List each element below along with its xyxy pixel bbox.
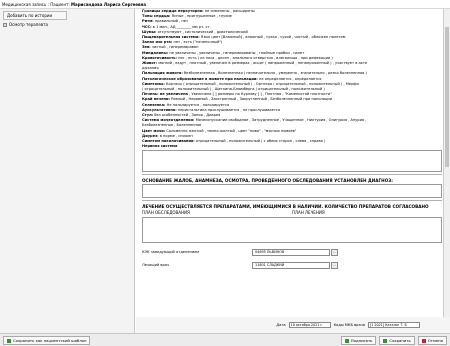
check-icon bbox=[383, 338, 388, 343]
exam-line-options[interactable]: без особенностей , Запор , Диарея bbox=[154, 113, 220, 117]
doctor-picker-button[interactable]: … bbox=[331, 261, 338, 269]
cancel-button[interactable]: Отмена bbox=[417, 335, 447, 345]
exam-line-label: Миндалины: bbox=[142, 50, 169, 55]
exam-line-label: Край печени: bbox=[142, 97, 170, 102]
doctor-field[interactable]: 11801 СЛАДКИЙ bbox=[252, 261, 330, 269]
exam-line-options[interactable]: не изменены , расширены bbox=[205, 9, 255, 13]
exam-line-options[interactable]: безболезненная , болезненная ( незначите… bbox=[184, 71, 367, 75]
add-by-history-button[interactable]: Добавить по истории bbox=[3, 11, 67, 20]
sign-label: Подписать bbox=[350, 337, 373, 343]
exam-line-options[interactable]: отрицательный , положительный ( с обеих … bbox=[196, 139, 326, 143]
exam-line-label: Симптом поколачивания: bbox=[142, 139, 195, 144]
title-prefix: Медицинская запись : Пациент: bbox=[2, 2, 70, 7]
sidebar-item-label: Осмотр терапевта bbox=[9, 22, 48, 27]
head-field[interactable]: 04695 ЛЬВИНОВ bbox=[252, 248, 330, 256]
exam-line-label: Стул: bbox=[142, 113, 154, 118]
save-template-label: Сохранить как пациентский шаблон bbox=[13, 337, 87, 343]
exam-line-options[interactable]: Ясные , приглушенные , глухие bbox=[172, 14, 232, 18]
exam-line-options[interactable]: Язык цвет [Влажный] , влажный , сухая , … bbox=[201, 35, 346, 39]
diagnosis-textarea[interactable] bbox=[142, 184, 442, 199]
doctor-signature-row: Лечащий врач 11801 СЛАДКИЙ … bbox=[142, 261, 442, 269]
plans-textarea[interactable] bbox=[142, 217, 442, 244]
exam-line-options[interactable]: мягкий , вздут , плотный , увеличен в ра… bbox=[158, 61, 367, 65]
exam-line-label: Патологическое образование в животе при … bbox=[142, 76, 258, 81]
exam-line-label: Цвет мочи: bbox=[142, 128, 166, 133]
exam-line-options[interactable]: , Увеличена [ ] размеры по Курлову [ ] ,… bbox=[189, 92, 332, 96]
document-icon bbox=[3, 23, 7, 27]
exam-line-options[interactable]: в 1 мин., АД ________ мм рт. ст. bbox=[153, 25, 211, 29]
exam-line-options[interactable]: нет , есть ("печеночный") bbox=[173, 40, 222, 44]
exam-line: Нервная система bbox=[142, 144, 442, 149]
form-area: Границы сердца перкуторно: не изменены ,… bbox=[136, 9, 450, 317]
exam-line-options[interactable]: Кортасы ( отрицательный , положительный … bbox=[166, 82, 359, 86]
exam-lines: Границы сердца перкуторно: не изменены ,… bbox=[142, 9, 442, 149]
exam-line-label: Аускультативно: bbox=[142, 107, 177, 112]
exam-line-label: Селезенка: bbox=[142, 102, 166, 107]
head-label: КЭК заведующий отделением bbox=[142, 250, 200, 255]
date-label: Дата bbox=[276, 323, 286, 327]
exam-plan-label: ПЛАН ОБСЛЕДОВАНИЯ bbox=[142, 210, 190, 216]
scroll-thumb[interactable] bbox=[445, 27, 449, 167]
exam-line-options[interactable]: Мочеиспускание свободное , Затрудненное … bbox=[196, 118, 367, 122]
exam-line-label: Пальпация живота: bbox=[142, 71, 183, 76]
exam-line-label: Живот: bbox=[142, 61, 158, 66]
sidebar-item-therapist-exam[interactable]: Осмотр терапевта bbox=[3, 22, 134, 28]
mkb-label: Коды МКБ врача bbox=[333, 323, 365, 327]
exam-line-label: Зев: bbox=[142, 45, 151, 50]
save-label: Сохранить bbox=[389, 337, 411, 343]
exam-line-options[interactable]: не определяется , определяется bbox=[259, 77, 321, 81]
divider bbox=[142, 200, 442, 202]
head-picker-button[interactable]: … bbox=[331, 248, 338, 256]
mkb-field[interactable]: [1 2021] Каталог Т. Б bbox=[368, 322, 420, 328]
exam-line-label: Симптомы: bbox=[142, 81, 165, 86]
patient-name: Марисандова Лариса Сергеевна bbox=[71, 2, 146, 7]
footer: Сохранить как пациентский шаблон Подписа… bbox=[0, 333, 450, 346]
save-button[interactable]: Сохранить bbox=[379, 335, 415, 345]
exam-line-options[interactable]: Ровный , Неровный , Заостренный , Закруг… bbox=[171, 97, 332, 101]
exam-line-options[interactable]: Безболезненное , Болезненное bbox=[142, 123, 201, 127]
exam-line-label: Запах изо рта: bbox=[142, 40, 173, 45]
exam-line-label: Шумы: bbox=[142, 29, 157, 34]
date-field[interactable]: 10 октября 2021 г. bbox=[288, 322, 331, 328]
window-title: Медицинская запись : Пациент: Марисандов… bbox=[0, 0, 450, 9]
exam-line-options[interactable]: не увеличены , увеличены , гиперемирован… bbox=[169, 51, 304, 55]
exam-line-label: Пищеварительная система: bbox=[142, 35, 200, 40]
close-icon bbox=[421, 338, 426, 343]
exam-line-label: Нервная система bbox=[142, 144, 178, 149]
head-signature-row: КЭК заведующий отделением 04695 ЛЬВИНОВ … bbox=[142, 248, 442, 256]
exam-line-options[interactable]: дыхания bbox=[142, 66, 159, 70]
save-as-template-button[interactable]: Сохранить как пациентский шаблон bbox=[3, 335, 91, 345]
sidebar: Добавить по истории Осмотр терапевта bbox=[0, 9, 135, 333]
diagnosis-heading: ОСНОВАНИЕ ЖАЛОБ, АНАМНЕЗА, ОСМОТРА, ПРОВ… bbox=[142, 178, 393, 184]
check-icon bbox=[344, 338, 349, 343]
exam-line-label: Ритм: bbox=[142, 19, 154, 24]
nervous-system-textarea[interactable] bbox=[142, 150, 442, 173]
exam-line-label: ЧСС: bbox=[142, 24, 152, 29]
exam-line-options[interactable]: Соломенно желтый , темно-желтый , цвет "… bbox=[166, 129, 296, 133]
treatment-plan-label: ПЛАН ЛЕЧЕНИЯ bbox=[292, 210, 325, 216]
exam-line-label: Тоны сердца: bbox=[142, 14, 171, 19]
vertical-scrollbar[interactable] bbox=[443, 9, 450, 317]
exam-line-options[interactable]: Не пальпируется , пальпируется bbox=[167, 103, 230, 107]
exam-line-options[interactable]: перистальтика прослушивается , не прослу… bbox=[178, 108, 280, 112]
doctor-label: Лечащий врач bbox=[142, 263, 170, 268]
exam-line-label: Кровоточивость: bbox=[142, 55, 177, 60]
exam-line-label: Система мочеотделения: bbox=[142, 118, 195, 123]
sign-button[interactable]: Подписать bbox=[340, 335, 377, 345]
exam-line-label: Границы сердца перкуторно: bbox=[142, 9, 204, 13]
plus-icon bbox=[7, 338, 11, 343]
exam-line-label: Печень: не увеличена bbox=[142, 92, 188, 97]
treatment-heading: ЛЕЧЕНИЕ ОСУЩЕСТВЛЯЕТСЯ ПРЕПАРАТАМИ, ИМЕЮ… bbox=[142, 204, 429, 210]
exam-line-options[interactable]: правильный , нет bbox=[155, 19, 188, 23]
exam-line-label: Диурез: bbox=[142, 133, 159, 138]
meta-bar: Дата 10 октября 2021 г. Коды МКБ врача [… bbox=[136, 317, 450, 333]
exam-line-options[interactable]: отсутствуют , систолический , диастоличе… bbox=[158, 30, 248, 34]
exam-line-options[interactable]: нет , есть ( из носа , десен , анального… bbox=[178, 56, 333, 60]
exam-line-options[interactable]: ( отрицательный , положительный ) , Щетк… bbox=[142, 87, 325, 91]
divider bbox=[142, 174, 442, 176]
cancel-label: Отмена bbox=[427, 337, 443, 343]
exam-line-options[interactable]: в норме , снижен bbox=[160, 134, 193, 138]
exam-line-options[interactable]: чистый , гиперемирован bbox=[152, 45, 199, 49]
